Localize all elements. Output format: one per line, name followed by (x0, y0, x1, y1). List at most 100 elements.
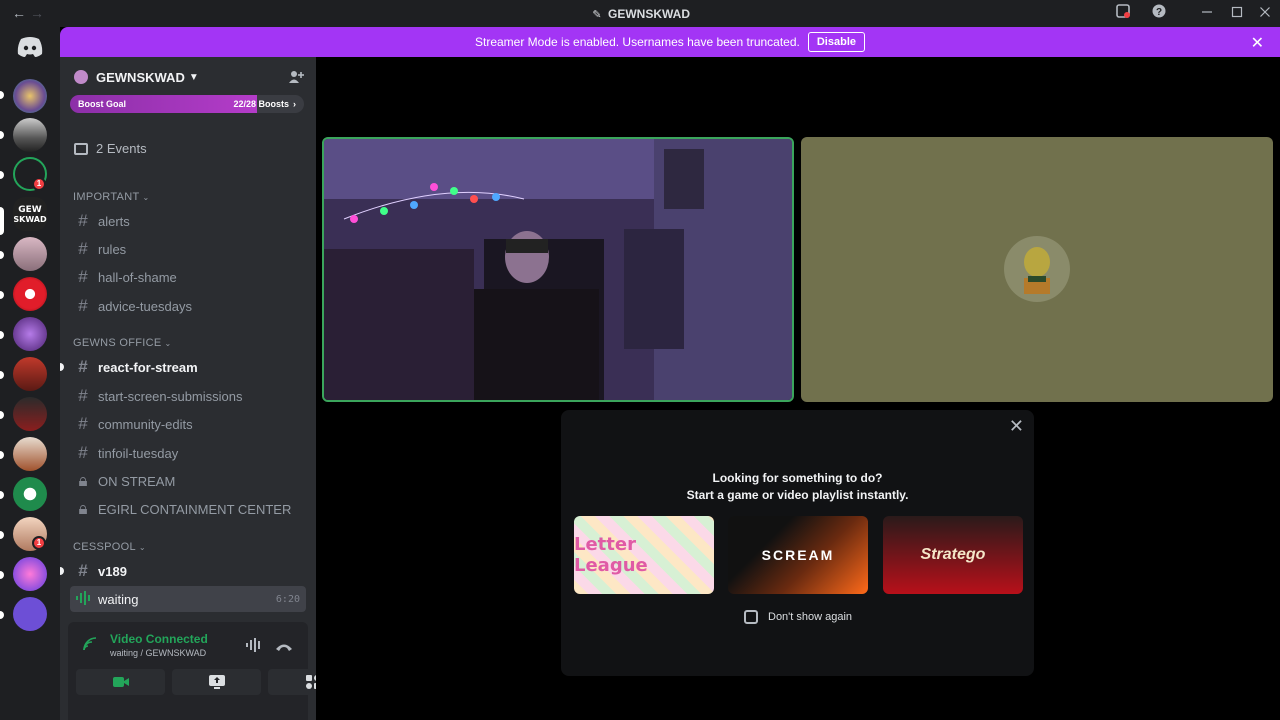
window-title: ✎ GEWNSKWAD (0, 7, 1280, 21)
video-tile-avatar[interactable] (801, 137, 1273, 402)
chevron-right-icon: › (293, 99, 296, 109)
server-icon[interactable] (13, 357, 47, 391)
close-banner-icon[interactable]: ✕ (1251, 33, 1264, 53)
server-mark-icon: ✎ (592, 9, 602, 21)
server-icon[interactable] (13, 597, 47, 631)
channel-advice-tuesdays[interactable]: # advice-tuesdays (70, 293, 306, 319)
server-icon[interactable] (13, 437, 47, 471)
add-user-icon[interactable] (288, 69, 304, 85)
channel-label: react-for-stream (98, 359, 198, 375)
category-cesspool[interactable]: CESSPOOL ⌄ (73, 541, 146, 553)
hash-icon: # (78, 211, 88, 230)
channel-label: waiting (98, 591, 139, 607)
voice-activity-icon (74, 590, 92, 608)
lock-icon: 🔒︎ (78, 471, 88, 490)
server-icon[interactable] (13, 79, 47, 113)
guild-unread-indicator (0, 251, 4, 259)
channel-label: community-edits (98, 416, 193, 432)
server-icon-gewnskwad[interactable]: GEW SKWAD (13, 197, 47, 231)
activity-card-title: Stratego (920, 546, 986, 563)
svg-text:SKWAD: SKWAD (13, 215, 47, 224)
noise-suppression-icon[interactable] (246, 638, 262, 657)
activity-card-letter-league[interactable]: Letter League (574, 516, 714, 594)
hash-icon: # (78, 386, 88, 405)
discord-home-icon[interactable] (15, 36, 45, 58)
activity-card-scream[interactable]: SCREAM (728, 516, 868, 594)
guild-unread-indicator (0, 571, 4, 579)
server-header[interactable]: GEWNSKWAD ▼ (60, 57, 316, 97)
chevron-down-icon: ⌄ (142, 193, 150, 202)
channel-v189[interactable]: # v189 (70, 558, 306, 584)
channel-hall-of-shame[interactable]: # hall-of-shame (70, 264, 306, 290)
disconnect-icon[interactable] (275, 639, 293, 657)
hash-icon: # (78, 239, 88, 258)
activities-button[interactable] (268, 669, 316, 695)
server-icon[interactable] (13, 237, 47, 271)
events-link[interactable]: 2 Events (74, 141, 147, 156)
channel-react-for-stream[interactable]: # react-for-stream (70, 354, 306, 380)
channel-tinfoil-tuesday[interactable]: # tinfoil-tuesday (70, 440, 306, 466)
hash-icon: # (78, 267, 88, 286)
boost-goal-bar[interactable]: Boost Goal 22/28 Boosts › (70, 95, 304, 113)
svg-text:GEW: GEW (18, 205, 42, 215)
category-important[interactable]: IMPORTANT ⌄ (73, 191, 149, 203)
close-icon[interactable]: ✕ (1009, 416, 1024, 437)
checkbox-icon[interactable] (744, 610, 758, 624)
hash-icon: # (78, 443, 88, 462)
guild-unread-indicator (0, 611, 4, 619)
mention-badge: 1 (32, 177, 46, 191)
channel-label: v189 (98, 563, 127, 579)
dont-show-again-checkbox[interactable]: Don't show again (744, 610, 852, 624)
events-label: 2 Events (96, 141, 147, 156)
lock-icon: 🔒︎ (78, 499, 88, 518)
activity-card-title: Letter League (574, 534, 648, 576)
video-tile-camera[interactable] (322, 137, 794, 402)
inbox-icon[interactable] (1113, 4, 1133, 24)
server-icon[interactable] (13, 277, 47, 311)
server-icon[interactable] (13, 397, 47, 431)
window-title-text: GEWNSKWAD (608, 7, 690, 21)
category-label: GEWNS OFFICE (73, 337, 162, 349)
channel-start-screen-submissions[interactable]: # start-screen-submissions (70, 383, 306, 409)
channel-label: rules (98, 241, 127, 257)
server-icon[interactable] (13, 317, 47, 351)
camera-button[interactable] (76, 669, 165, 695)
guild-unread-indicator (0, 451, 4, 459)
guild-unread-indicator (0, 491, 4, 499)
maximize-icon[interactable] (1227, 4, 1247, 24)
server-icon[interactable] (13, 118, 47, 152)
hash-icon: # (78, 414, 88, 433)
close-window-icon[interactable] (1255, 4, 1275, 24)
channel-label: start-screen-submissions (98, 388, 243, 404)
guild-unread-indicator (0, 371, 4, 379)
voice-channel-waiting[interactable]: waiting 6:20 (70, 586, 306, 612)
chevron-down-icon: ▼ (188, 71, 199, 83)
disable-streamer-mode-button[interactable]: Disable (807, 32, 865, 52)
voice-connection-panel: Video Connected waiting / GEWNSKWAD (68, 622, 316, 720)
channel-sidebar: GEWNSKWAD ▼ Boost Goal 22/28 Boosts › 2 … (60, 57, 316, 720)
chevron-down-icon: ⌄ (164, 339, 172, 348)
channel-on-stream[interactable]: 🔒︎ ON STREAM (70, 468, 306, 494)
screen-share-button[interactable] (172, 669, 261, 695)
channel-egirl-containment-center[interactable]: 🔒︎ EGIRL CONTAINMENT CENTER (70, 496, 306, 522)
server-list: 1 GEW SKWAD 1 (0, 27, 60, 720)
channel-alerts[interactable]: # alerts (70, 208, 306, 234)
server-icon[interactable] (13, 477, 47, 511)
help-icon[interactable]: ? (1149, 4, 1169, 24)
server-badge-icon (74, 70, 88, 84)
server-icon[interactable] (13, 557, 47, 591)
channel-rules[interactable]: # rules (70, 236, 306, 262)
activity-card-stratego[interactable]: Stratego (883, 516, 1023, 594)
voice-duration: 6:20 (275, 593, 300, 605)
voice-location[interactable]: waiting / GEWNSKWAD (110, 648, 206, 658)
channel-community-edits[interactable]: # community-edits (70, 411, 306, 437)
signal-icon[interactable] (82, 636, 100, 654)
channel-label: ON STREAM (98, 473, 176, 489)
activity-subheading: Start a game or video playlist instantly… (686, 488, 909, 502)
streamer-mode-message: Streamer Mode is enabled. Usernames have… (475, 35, 800, 49)
voice-status[interactable]: Video Connected (110, 632, 208, 646)
guild-unread-indicator (0, 331, 4, 339)
minimize-icon[interactable] (1197, 4, 1217, 24)
category-gewns-office[interactable]: GEWNS OFFICE ⌄ (73, 337, 172, 349)
category-label: CESSPOOL (73, 541, 136, 553)
